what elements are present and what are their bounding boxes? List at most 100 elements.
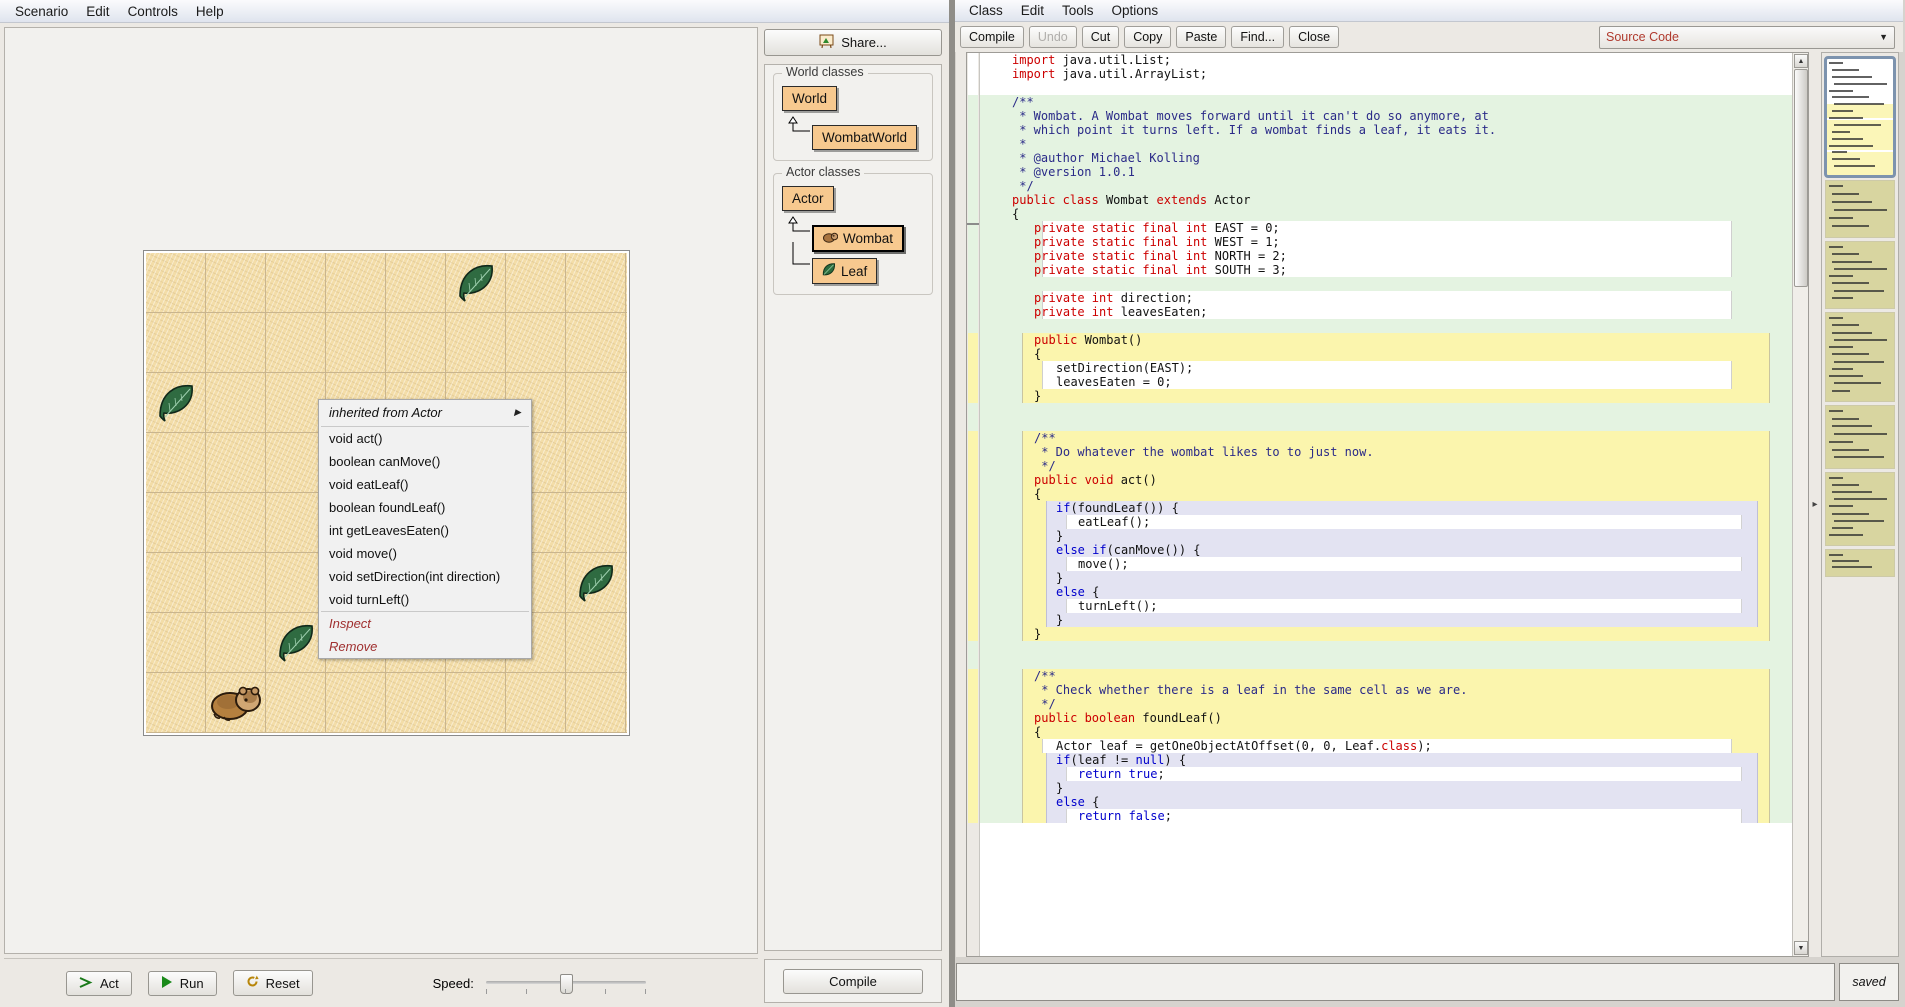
editor-close-button[interactable]: Close	[1289, 26, 1339, 48]
editor-splitter[interactable]: ▸	[1809, 52, 1821, 957]
world-classes-label: World classes	[782, 65, 868, 79]
minimap-page[interactable]	[1825, 57, 1895, 177]
code-line: else {	[980, 795, 1792, 809]
speed-slider[interactable]	[486, 972, 646, 994]
scroll-down-arrow-icon[interactable]: ▼	[1794, 941, 1808, 955]
actor-context-menu[interactable]: inherited from Actor ▶ void act()boolean…	[318, 399, 532, 659]
world-canvas[interactable]: inherited from Actor ▶ void act()boolean…	[143, 250, 630, 736]
menu-scenario[interactable]: Scenario	[6, 2, 77, 21]
editor-menu-options[interactable]: Options	[1103, 2, 1168, 19]
act-button[interactable]: Act	[66, 971, 132, 996]
navigation-marker	[968, 501, 978, 515]
world-panel: inherited from Actor ▶ void act()boolean…	[4, 27, 758, 954]
run-button[interactable]: Run	[148, 971, 217, 996]
compile-button[interactable]: Compile	[783, 969, 923, 994]
context-menu-item[interactable]: int getLeavesEaten()	[319, 519, 531, 542]
editor-vertical-scrollbar[interactable]: ▲ ▼	[1792, 53, 1808, 956]
code-line: private int direction;	[980, 291, 1792, 305]
minimap-page[interactable]	[1825, 180, 1895, 238]
code-line: {	[980, 207, 1792, 221]
world-actor-leaf[interactable]	[576, 563, 616, 603]
code-minimap[interactable]	[1821, 52, 1899, 957]
act-button-label: Act	[100, 976, 119, 991]
scroll-up-arrow-icon[interactable]: ▲	[1794, 54, 1808, 68]
act-arrow-icon	[79, 976, 93, 991]
inheritance-arrow-icon	[784, 103, 810, 137]
world-actor-leaf[interactable]	[456, 263, 496, 303]
minimap-page[interactable]	[1825, 472, 1895, 546]
code-line: Actor leaf = getOneObjectAtOffset(0, 0, …	[980, 739, 1792, 753]
context-menu-item[interactable]: boolean canMove()	[319, 450, 531, 473]
share-button[interactable]: Share...	[764, 29, 942, 56]
navigation-marker	[968, 711, 978, 725]
simulation-control-bar: Act Run	[4, 958, 758, 1007]
context-menu-item[interactable]: void eatLeaf()	[319, 473, 531, 496]
context-menu-action-inspect[interactable]: Inspect	[319, 612, 531, 635]
navigation-marker	[968, 795, 978, 809]
editor-menu-class[interactable]: Class	[960, 2, 1012, 19]
scrollbar-thumb[interactable]	[1794, 69, 1808, 287]
code-line: public void act()	[980, 473, 1792, 487]
context-menu-item[interactable]: void act()	[319, 427, 531, 450]
code-line	[980, 403, 1792, 417]
class-node-wombatworld-label: WombatWorld	[822, 130, 907, 145]
view-selector-dropdown[interactable]: Source Code ▼	[1599, 26, 1895, 49]
context-menu-action-remove[interactable]: Remove	[319, 635, 531, 658]
context-menu-item[interactable]: boolean foundLeaf()	[319, 496, 531, 519]
class-node-wombat[interactable]: Wombat	[812, 225, 904, 252]
world-actor-leaf[interactable]	[156, 383, 196, 423]
source-code-text[interactable]: import java.util.List;import java.util.A…	[980, 53, 1792, 823]
minimap-page[interactable]	[1825, 241, 1895, 309]
editor-menu-tools[interactable]: Tools	[1053, 2, 1103, 19]
context-menu-item[interactable]: void setDirection(int direction)	[319, 565, 531, 588]
reset-button[interactable]: Reset	[233, 970, 313, 996]
navigation-marker	[968, 347, 978, 361]
code-line: import java.util.List;	[980, 53, 1792, 67]
code-line: move();	[980, 557, 1792, 571]
editor-status-message	[956, 963, 1835, 1001]
editor-copy-button[interactable]: Copy	[1124, 26, 1171, 48]
code-line: else {	[980, 585, 1792, 599]
class-node-leaf[interactable]: Leaf	[812, 258, 877, 284]
editor-compile-button[interactable]: Compile	[960, 26, 1024, 48]
navigation-marker	[968, 669, 978, 683]
context-menu-item[interactable]: void turnLeft()	[319, 588, 531, 611]
world-column: inherited from Actor ▶ void act()boolean…	[0, 23, 762, 1007]
minimap-page[interactable]	[1825, 405, 1895, 469]
navigation-marker	[968, 333, 978, 347]
editor-cut-button[interactable]: Cut	[1082, 26, 1119, 48]
context-menu-header-label: inherited from Actor	[329, 405, 442, 420]
world-actor-leaf[interactable]	[276, 623, 316, 663]
code-line: * @version 1.0.1	[980, 165, 1792, 179]
code-line: /**	[980, 669, 1792, 683]
navigation-marker	[968, 473, 978, 487]
editor-paste-button[interactable]: Paste	[1176, 26, 1226, 48]
code-line: public class Wombat extends Actor	[980, 193, 1792, 207]
editor-find-button[interactable]: Find...	[1231, 26, 1284, 48]
menu-controls[interactable]: Controls	[119, 2, 187, 21]
navigation-marker	[968, 543, 978, 557]
navigation-marker	[968, 235, 978, 249]
code-line: * Do whatever the wombat likes to to jus…	[980, 445, 1792, 459]
class-node-wombatworld[interactable]: WombatWorld	[812, 125, 917, 150]
world-actor-wombat[interactable]	[210, 684, 262, 722]
code-line: leavesEaten = 0;	[980, 375, 1792, 389]
context-menu-header[interactable]: inherited from Actor ▶	[319, 400, 531, 426]
context-menu-item[interactable]: void move()	[319, 542, 531, 565]
code-line: *	[980, 137, 1792, 151]
navigation-marker	[968, 459, 978, 473]
editor-menu-edit[interactable]: Edit	[1012, 2, 1053, 19]
navigation-marker	[968, 417, 978, 431]
navigation-strip[interactable]	[967, 53, 980, 956]
code-line: }	[980, 529, 1792, 543]
class-node-leaf-label: Leaf	[841, 264, 867, 279]
minimap-page[interactable]	[1825, 312, 1895, 402]
splitter-handle-icon: ▸	[1812, 499, 1817, 510]
menu-help[interactable]: Help	[187, 2, 233, 21]
minimap-page[interactable]	[1825, 549, 1895, 577]
source-scroll-area[interactable]: import java.util.List;import java.util.A…	[980, 53, 1792, 956]
greenfoot-main-window: Scenario Edit Controls Help inherited fr…	[0, 0, 952, 1007]
code-line	[980, 81, 1792, 95]
code-line: }	[980, 389, 1792, 403]
menu-edit[interactable]: Edit	[77, 2, 118, 21]
